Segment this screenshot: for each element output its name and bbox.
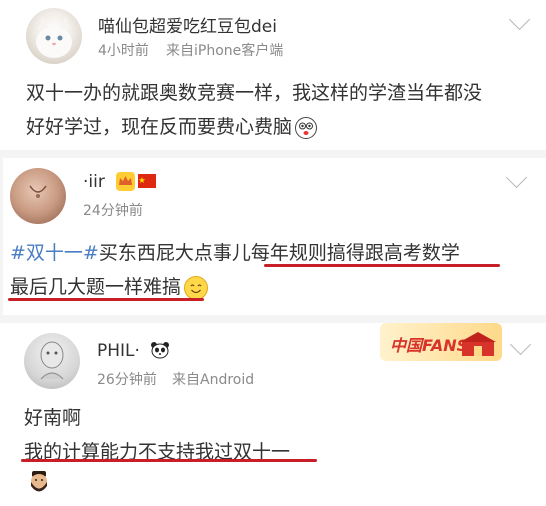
username[interactable]: PHIL· xyxy=(97,341,140,361)
hashtag-link[interactable]: #双十一# xyxy=(10,242,99,264)
comment-line-1: 好南啊 xyxy=(24,407,82,429)
cat-avatar-icon xyxy=(36,16,72,58)
username[interactable]: 喵仙包超爱吃红豆包dei xyxy=(98,12,277,37)
robot-avatar-icon xyxy=(40,341,64,380)
highlight-underline xyxy=(264,264,500,267)
post-time: 4小时前 xyxy=(98,43,149,59)
highlight-underline xyxy=(8,298,204,301)
chevron-down-icon[interactable] xyxy=(508,8,531,31)
comment-line-2: 好好学过，现在反而要费心费脑 xyxy=(26,110,536,144)
post-time: 26分钟前 xyxy=(97,372,157,388)
crown-badge-icon xyxy=(116,172,135,191)
post-source: 来自Android xyxy=(172,372,255,388)
post-source: 来自iPhone客户端 xyxy=(166,43,284,59)
china-flag-icon xyxy=(138,174,156,188)
avatar[interactable] xyxy=(24,333,80,389)
comment-line-1: 双十一办的就跟奥数竞赛一样，我这样的学渣当年都没 xyxy=(26,82,483,104)
avatar[interactable] xyxy=(26,8,82,64)
comment-line-2: 我的计算能力不支持我过双十一 xyxy=(24,441,291,463)
avatar[interactable] xyxy=(10,168,66,224)
username[interactable]: ·iir xyxy=(83,172,105,192)
gate-icon xyxy=(460,332,496,356)
photo-avatar-icon xyxy=(29,185,47,198)
panda-icon xyxy=(150,341,170,359)
china-fans-badge: 中国FANS xyxy=(380,323,502,361)
comment-line-2-text: 最后几大题一样难搞 xyxy=(10,276,182,298)
chevron-down-icon[interactable] xyxy=(509,333,532,356)
highlight-underline xyxy=(21,459,317,462)
comment-card-1: 喵仙包超爱吃红豆包dei 4小时前 来自iPhone客户端 双十一办的就跟奥数竞… xyxy=(0,0,546,150)
bearded-man-emoji xyxy=(26,469,52,495)
comment-body: #双十一#买东西屁大点事儿每年规则搞得跟高考数学 最后几大题一样难搞 xyxy=(10,236,540,304)
post-time: 24分钟前 xyxy=(83,203,143,219)
badge-text: 中国FANS xyxy=(390,336,469,355)
smiling-face-emoji xyxy=(184,275,209,300)
comment-card-3: PHIL· 26分钟前 来自Android 中国FANS 好南啊 我的计算能力不… xyxy=(0,323,546,506)
comment-body: 双十一办的就跟奥数竞赛一样，我这样的学渣当年都没 好好学过，现在反而要费心费脑 xyxy=(26,76,536,144)
comment-line-2-text: 好好学过，现在反而要费心费脑 xyxy=(26,116,293,138)
comment-line-1-text: 买东西屁大点事儿每年规则搞得跟高考数学 xyxy=(98,242,460,264)
comment-card-2: ·iir 24分钟前 #双十一#买东西屁大点事儿每年规则搞得跟高考数学 最后几大… xyxy=(3,158,546,315)
chevron-down-icon[interactable] xyxy=(505,166,528,189)
shocked-face-emoji xyxy=(295,116,318,139)
